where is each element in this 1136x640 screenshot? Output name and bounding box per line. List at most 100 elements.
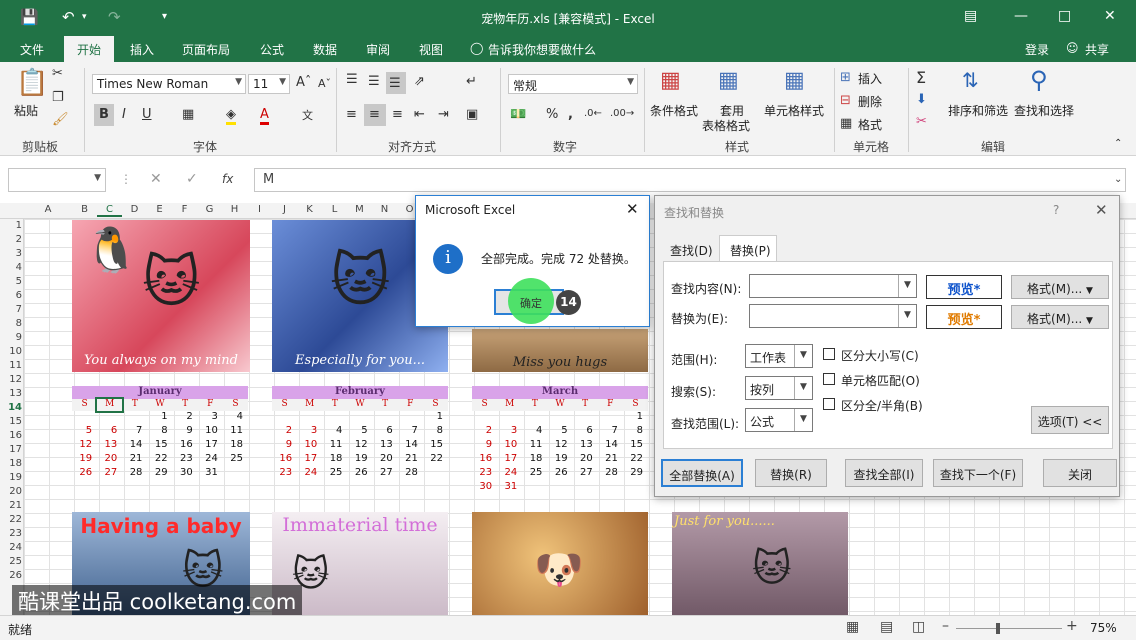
calendar-day[interactable]: 25 (223, 453, 248, 467)
border-icon[interactable]: ▦ (182, 107, 194, 122)
row-header[interactable]: 3 (0, 248, 22, 259)
match-case-checkbox[interactable] (823, 348, 835, 360)
calendar-day[interactable]: 20 (573, 453, 598, 467)
column-header[interactable]: J (272, 204, 297, 215)
format-as-table-label-2[interactable]: 表格格式 (702, 117, 750, 134)
calendar-day[interactable]: 29 (623, 467, 648, 481)
calendar-day[interactable]: 11 (522, 439, 547, 453)
tab-find[interactable]: 查找(D) (663, 237, 719, 261)
calendar-day[interactable] (322, 411, 347, 425)
find-format-button[interactable]: 格式(M)... ▼ (1011, 275, 1109, 299)
calendar-day[interactable]: 7 (122, 425, 147, 439)
align-left-icon[interactable]: ≡ (346, 107, 357, 122)
format-as-table-icon[interactable]: ▦ (718, 68, 739, 93)
calendar-day[interactable]: 26 (72, 467, 97, 481)
expand-formula-icon[interactable]: ⌄ (1114, 174, 1122, 185)
tab-home[interactable]: 开始 (64, 36, 114, 62)
calendar-day[interactable]: 19 (347, 453, 372, 467)
calendar-day[interactable]: 4 (322, 425, 347, 439)
calendar-day[interactable] (598, 481, 623, 495)
calendar-day[interactable]: 20 (97, 453, 122, 467)
calendar-day[interactable]: 28 (598, 467, 623, 481)
calendar-day[interactable]: 14 (122, 439, 147, 453)
calendar-day[interactable] (297, 411, 322, 425)
tell-me-search[interactable]: 告诉我你想要做什么 (488, 41, 596, 58)
column-header[interactable]: I (247, 204, 272, 215)
bold-button[interactable]: B (94, 104, 114, 126)
tab-view[interactable]: 视图 (419, 41, 443, 58)
number-format-combo[interactable]: 常规 ▼ (508, 74, 638, 94)
calendar-day[interactable]: 8 (423, 425, 448, 439)
calendar-day[interactable]: 5 (72, 425, 97, 439)
calendar-day[interactable] (398, 411, 423, 425)
format-cells-button[interactable]: 格式 (858, 116, 882, 133)
calendar-day[interactable]: 24 (198, 453, 223, 467)
calendar-day[interactable]: 16 (472, 453, 497, 467)
phonetic-icon[interactable]: 文 (302, 107, 313, 123)
row-header[interactable]: 8 (0, 318, 22, 329)
row-header[interactable]: 24 (0, 542, 22, 553)
calendar-day[interactable] (347, 411, 372, 425)
calendar-day[interactable]: 16 (173, 439, 198, 453)
calendar-day[interactable]: 27 (573, 467, 598, 481)
zoom-slider-thumb[interactable] (996, 623, 1000, 634)
column-header[interactable]: G (197, 204, 222, 215)
row-header[interactable]: 11 (0, 360, 22, 371)
picture-kitten-3[interactable]: Miss you hugs (472, 329, 648, 372)
comma-icon[interactable]: , (568, 107, 573, 122)
paste-button[interactable]: 粘贴 (14, 102, 38, 119)
close-icon[interactable]: ✕ (1095, 201, 1108, 219)
calendar-day[interactable] (472, 411, 497, 425)
maximize-icon[interactable]: □ (1058, 8, 1071, 24)
align-center-button[interactable]: ≡ (364, 104, 386, 126)
calendar-day[interactable] (97, 411, 122, 425)
calendar-day[interactable]: 10 (198, 425, 223, 439)
calendar-day[interactable]: 17 (198, 439, 223, 453)
calendar-day[interactable]: 23 (173, 453, 198, 467)
picture-just-for-you[interactable]: Just for you...... 🐱 (672, 512, 848, 615)
zoom-level[interactable]: 75% (1090, 621, 1117, 635)
calendar-day[interactable]: 31 (497, 481, 522, 495)
insert-function-icon[interactable]: fx (222, 172, 233, 186)
ok-button-label[interactable]: 确定 (520, 295, 542, 311)
calendar-day[interactable] (272, 411, 297, 425)
copy-icon[interactable]: ❐ (52, 90, 64, 105)
calendar-day[interactable]: 7 (398, 425, 423, 439)
calendar-day[interactable] (522, 481, 547, 495)
sort-filter-button[interactable]: 排序和筛选 (948, 102, 1008, 119)
zoom-slider[interactable] (956, 628, 1062, 629)
row-header[interactable]: 9 (0, 332, 22, 343)
calendar-day[interactable]: 30 (472, 481, 497, 495)
row-header[interactable]: 15 (0, 416, 22, 427)
row-header[interactable]: 1 (0, 220, 22, 231)
calendar-day[interactable]: 1 (423, 411, 448, 425)
calendar-day[interactable]: 21 (398, 453, 423, 467)
conditional-format-button[interactable]: 条件格式 (650, 102, 698, 119)
calendar-day[interactable]: 10 (497, 439, 522, 453)
formula-input[interactable]: M (254, 168, 1126, 192)
insert-cells-button[interactable]: 插入 (858, 70, 882, 87)
delete-cells-icon[interactable]: ⊟ (840, 93, 851, 108)
column-header[interactable]: N (372, 204, 397, 215)
calendar-day[interactable]: 18 (223, 439, 248, 453)
conditional-format-icon[interactable]: ▦ (660, 68, 681, 93)
calendar-day[interactable]: 28 (398, 467, 423, 481)
row-header[interactable]: 17 (0, 444, 22, 455)
calendar-day[interactable]: 24 (297, 467, 322, 481)
column-header[interactable]: M (347, 204, 372, 215)
format-cells-icon[interactable]: ▦ (840, 116, 852, 131)
column-header[interactable]: A (24, 204, 72, 215)
row-header[interactable]: 18 (0, 458, 22, 469)
normal-view-icon[interactable]: ▦ (846, 619, 859, 635)
search-select[interactable]: 按列 ▼ (745, 376, 813, 400)
tab-formulas[interactable]: 公式 (260, 41, 284, 58)
calendar-day[interactable]: 13 (573, 439, 598, 453)
calendar-day[interactable]: 15 (147, 439, 172, 453)
row-header[interactable]: 20 (0, 486, 22, 497)
tab-data[interactable]: 数据 (313, 41, 337, 58)
insert-cells-icon[interactable]: ⊞ (840, 70, 851, 85)
calendar-day[interactable]: 3 (497, 425, 522, 439)
calendar-day[interactable]: 5 (547, 425, 572, 439)
row-header[interactable]: 21 (0, 500, 22, 511)
calendar-day[interactable]: 28 (122, 467, 147, 481)
